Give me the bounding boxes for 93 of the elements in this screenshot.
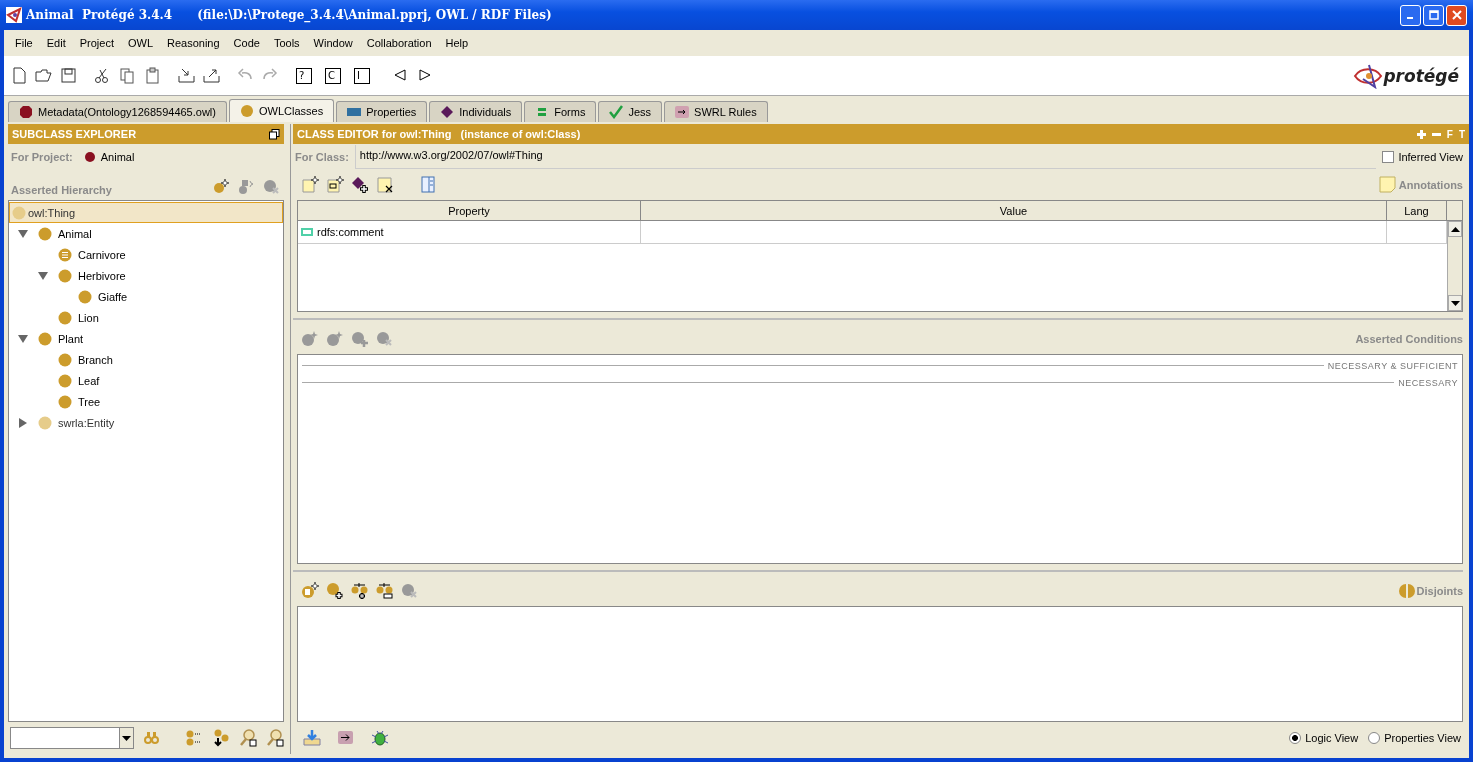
section-divider-label: NECESSARY & SUFFICIENT bbox=[1327, 360, 1458, 371]
class-down-icon[interactable] bbox=[212, 729, 230, 747]
panel-title: SUBCLASS EXPLORER bbox=[12, 128, 138, 140]
scroll-up-icon[interactable] bbox=[1448, 221, 1462, 237]
project-label: For Project: bbox=[11, 151, 73, 163]
magnifier-icon[interactable] bbox=[266, 729, 284, 747]
menu-item[interactable]: OWL bbox=[120, 37, 160, 49]
radio-button[interactable] bbox=[1368, 732, 1381, 744]
menu-item[interactable]: Window bbox=[306, 37, 360, 49]
section-title: Disjoints bbox=[1416, 585, 1463, 597]
menu-item[interactable]: Collaboration bbox=[359, 37, 439, 49]
menu-item[interactable]: Tools bbox=[266, 37, 307, 49]
copy-icon[interactable] bbox=[119, 66, 137, 85]
tree-item[interactable]: swrla:Entity bbox=[9, 412, 283, 433]
tab[interactable]: SWRL Rules bbox=[664, 101, 768, 122]
tab[interactable]: Metadata(Ontology1268594465.owl) bbox=[8, 101, 227, 122]
windows-icon[interactable] bbox=[269, 128, 280, 140]
swirl-logo-icon bbox=[1353, 62, 1384, 89]
close-icon bbox=[1451, 10, 1462, 20]
minimize-icon bbox=[1406, 17, 1413, 19]
tree-item[interactable]: Plant bbox=[9, 328, 283, 349]
tree-item[interactable]: Tree bbox=[9, 391, 283, 412]
tab[interactable]: Jess bbox=[598, 101, 663, 122]
add-class-icon[interactable] bbox=[326, 582, 344, 600]
column-header[interactable]: Property bbox=[298, 201, 641, 220]
minimize-button[interactable] bbox=[1400, 4, 1421, 26]
class-uri-field[interactable]: http://www.w3.org/2002/07/owl#Thing bbox=[354, 145, 1377, 169]
column-header[interactable]: Value bbox=[641, 201, 1387, 220]
tree-item[interactable]: Herbivore bbox=[9, 265, 283, 286]
menu-item[interactable]: Edit bbox=[39, 37, 73, 49]
section-title: Asserted Conditions bbox=[1355, 333, 1463, 345]
disjoint-icon bbox=[1396, 582, 1415, 600]
section-title: Asserted Hierarchy bbox=[11, 184, 112, 196]
radio-option[interactable]: Logic View bbox=[1289, 732, 1359, 744]
window-title: Animal Protégé 3.4.4 (file:\D:\Protege_3.4.4\Animal.pprj, OWL / RDF Files) bbox=[26, 8, 553, 22]
tree-item[interactable]: Branch bbox=[9, 349, 283, 370]
delete-note-icon[interactable] bbox=[376, 176, 394, 194]
table-cell: rdfs:comment bbox=[298, 221, 641, 243]
tab[interactable]: Individuals bbox=[429, 101, 523, 122]
logo-text: protégé bbox=[1383, 65, 1459, 86]
menu-item[interactable]: Help bbox=[438, 37, 476, 49]
column-header[interactable]: Lang bbox=[1387, 201, 1447, 220]
tree-item[interactable]: Carnivore bbox=[9, 244, 283, 265]
add-pair-icon[interactable] bbox=[351, 582, 369, 600]
menu-item[interactable]: Project bbox=[72, 37, 121, 49]
class-list-icon[interactable] bbox=[185, 729, 203, 747]
app-icon bbox=[6, 7, 22, 23]
query-button[interactable]: I bbox=[354, 67, 370, 84]
menu-item[interactable]: File bbox=[8, 37, 40, 49]
scrollbar[interactable] bbox=[1447, 221, 1462, 311]
tab[interactable]: Forms bbox=[524, 101, 597, 122]
checkbox-label: Inferred View bbox=[1398, 151, 1463, 163]
project-name: Animal bbox=[100, 151, 135, 163]
import-icon[interactable] bbox=[178, 66, 196, 85]
download-icon[interactable] bbox=[303, 729, 321, 747]
section-divider-label: NECESSARY bbox=[1398, 377, 1458, 388]
maximize-button[interactable] bbox=[1423, 4, 1444, 26]
tree-item[interactable]: Animal bbox=[9, 223, 283, 244]
panel-title: CLASS EDITOR for owl:Thing (instance of owl:Class) bbox=[297, 128, 582, 140]
add-doc-note-icon[interactable] bbox=[326, 176, 344, 194]
checkbox[interactable] bbox=[1382, 151, 1395, 163]
menu-item[interactable]: Reasoning bbox=[160, 37, 227, 49]
property-icon bbox=[301, 228, 313, 236]
close-button[interactable] bbox=[1446, 4, 1467, 26]
new-class-icon[interactable] bbox=[301, 582, 319, 600]
tree-item[interactable]: Lion bbox=[9, 307, 283, 328]
menu-item[interactable]: Code bbox=[226, 37, 267, 49]
scroll-down-icon[interactable] bbox=[1448, 295, 1462, 311]
export-icon[interactable] bbox=[203, 66, 221, 85]
paste-icon[interactable] bbox=[144, 66, 162, 85]
tree-item[interactable]: Giaffe bbox=[9, 286, 283, 307]
tab[interactable]: OWLClasses bbox=[228, 99, 335, 122]
tree-item[interactable]: Leaf bbox=[9, 370, 283, 391]
query-button[interactable]: ? bbox=[296, 67, 312, 84]
class-label: For Class: bbox=[295, 151, 349, 163]
open-folder-icon[interactable] bbox=[35, 66, 53, 85]
radio-button[interactable] bbox=[1289, 732, 1302, 744]
magnifier-icon[interactable] bbox=[239, 729, 257, 747]
columns-icon[interactable] bbox=[419, 176, 437, 194]
arrow-box-icon[interactable] bbox=[337, 729, 355, 747]
new-file-icon[interactable] bbox=[10, 66, 28, 85]
tree-item[interactable]: owl:Thing bbox=[9, 202, 283, 223]
section-title: Annotations bbox=[1398, 179, 1463, 191]
radio-option[interactable]: Properties View bbox=[1368, 732, 1461, 744]
save-icon[interactable] bbox=[60, 66, 78, 85]
remove-pair-icon[interactable] bbox=[376, 582, 394, 600]
query-button[interactable]: C bbox=[325, 67, 341, 84]
add-diamond-icon[interactable] bbox=[351, 176, 369, 194]
maximize-icon bbox=[1428, 10, 1439, 20]
tab[interactable]: Properties bbox=[336, 101, 428, 122]
bug-icon[interactable] bbox=[371, 729, 389, 747]
note-icon bbox=[1378, 176, 1397, 194]
add-note-icon[interactable] bbox=[301, 176, 319, 194]
